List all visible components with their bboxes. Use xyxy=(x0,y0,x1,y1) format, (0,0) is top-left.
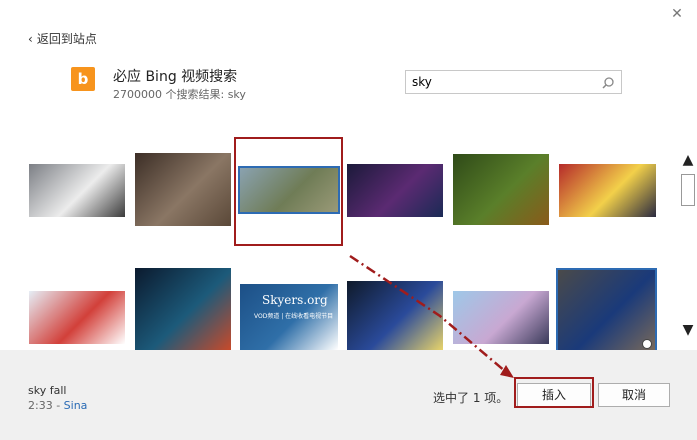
clip-duration: 2:33 xyxy=(28,399,53,412)
scroll-down-icon[interactable]: ▼ xyxy=(679,322,697,338)
provider-title: 必应 Bing 视频搜索 xyxy=(113,69,238,85)
video-result-thumbnail-hovered[interactable] xyxy=(556,268,657,354)
video-result-thumbnail[interactable] xyxy=(347,281,443,350)
insert-button[interactable]: 插入 xyxy=(517,383,591,407)
results-scrollbar[interactable]: ▲ ▼ xyxy=(679,150,697,340)
thumbnail-watermark-caption: VOD频道 | 在线收看电视节目 xyxy=(254,313,334,320)
bing-logo: b xyxy=(71,67,95,91)
clip-meta: 2:33 - Sina xyxy=(28,399,87,412)
zoom-icon[interactable] xyxy=(642,339,652,349)
chevron-left-icon: ‹ xyxy=(28,31,33,46)
back-label: 返回到站点 xyxy=(36,32,97,46)
clip-source-link[interactable]: Sina xyxy=(64,399,88,412)
search-box[interactable] xyxy=(405,70,622,94)
video-result-thumbnail[interactable] xyxy=(559,164,656,217)
video-result-thumbnail[interactable] xyxy=(453,291,549,344)
back-to-site-link[interactable]: ‹ 返回到站点 xyxy=(28,30,97,47)
footer-bar: sky fall 2:33 - Sina 选中了 1 项。 插入 取消 xyxy=(0,350,697,440)
result-count: 2700000 个搜索结果: sky xyxy=(113,88,246,101)
video-result-thumbnail[interactable] xyxy=(135,153,231,226)
clip-separator: - xyxy=(52,399,64,412)
scroll-thumb[interactable] xyxy=(681,174,695,206)
video-result-thumbnail-selected[interactable] xyxy=(238,166,340,214)
close-button[interactable]: ✕ xyxy=(667,4,687,24)
search-icon[interactable] xyxy=(601,75,615,89)
bing-logo-letter: b xyxy=(77,69,89,88)
clip-title: sky fall xyxy=(28,384,67,397)
video-result-thumbnail[interactable] xyxy=(135,268,231,350)
video-result-thumbnail[interactable] xyxy=(29,291,125,344)
search-input[interactable] xyxy=(412,75,601,89)
video-result-thumbnail[interactable]: Skyers.org VOD频道 | 在线收看电视节目 xyxy=(240,284,338,350)
video-result-thumbnail[interactable] xyxy=(453,154,549,225)
video-result-thumbnail[interactable] xyxy=(29,164,125,217)
scroll-up-icon[interactable]: ▲ xyxy=(679,152,697,168)
cancel-button[interactable]: 取消 xyxy=(598,383,670,407)
thumbnail-watermark-site: Skyers.org xyxy=(262,293,328,307)
video-result-thumbnail[interactable] xyxy=(347,164,443,217)
selection-status: 选中了 1 项。 xyxy=(433,391,509,405)
